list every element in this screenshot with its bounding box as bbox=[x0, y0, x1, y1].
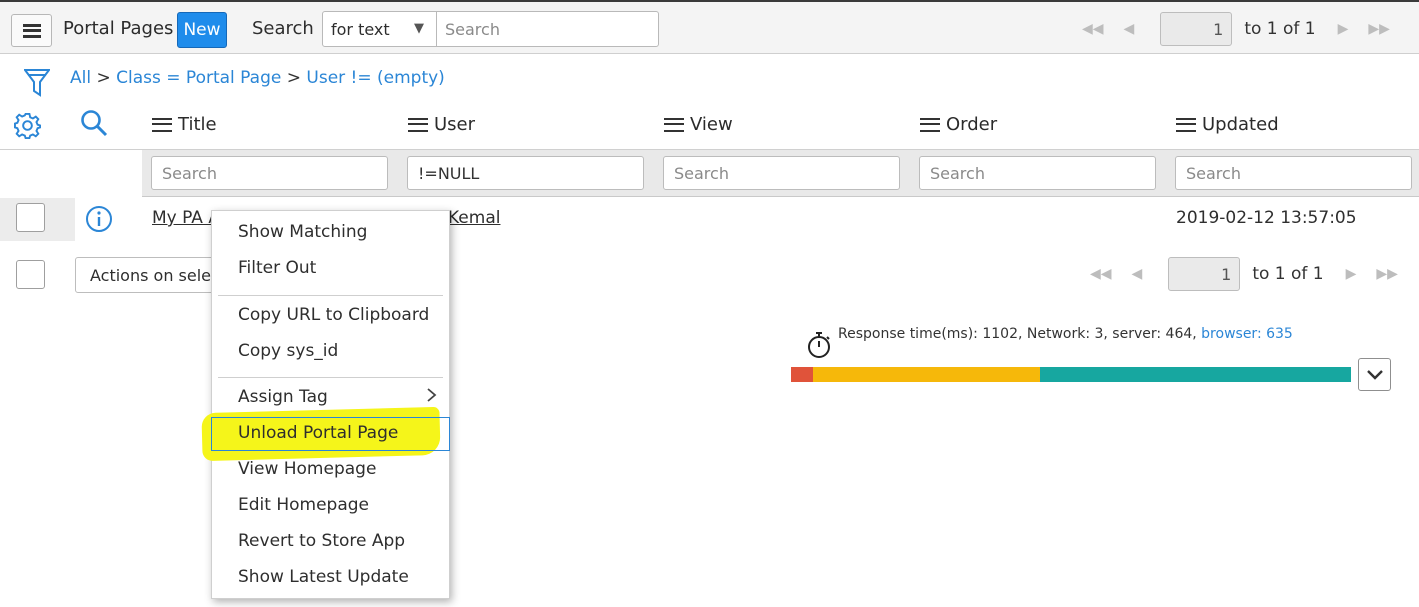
filter-view-input[interactable]: Search bbox=[663, 156, 900, 190]
chevron-right-icon bbox=[427, 388, 437, 402]
info-icon[interactable] bbox=[85, 205, 113, 233]
column-header-view[interactable]: View bbox=[664, 114, 733, 135]
menu-item-unload-portal-page[interactable]: Unload Portal Page bbox=[238, 423, 398, 443]
column-header-updated-label: Updated bbox=[1202, 114, 1279, 135]
breadcrumb: All > Class = Portal Page > User != (emp… bbox=[70, 68, 445, 88]
page-number-input[interactable]: 1 bbox=[1168, 257, 1241, 291]
column-header-order-label: Order bbox=[946, 114, 998, 135]
header-pager: ◀◀ ◀ 1 to 1 of 1 ▶ ▶▶ bbox=[1082, 12, 1410, 46]
breadcrumb-all[interactable]: All bbox=[70, 68, 91, 88]
menu-item-assign-tag[interactable]: Assign Tag bbox=[238, 387, 328, 407]
browser-time-bar bbox=[1040, 367, 1351, 382]
browser-time-link[interactable]: browser: 635 bbox=[1201, 326, 1293, 342]
menu-item-copy-sys-id[interactable]: Copy sys_id bbox=[238, 341, 338, 361]
column-menu-icon[interactable] bbox=[920, 117, 940, 132]
breadcrumb-separator: > bbox=[286, 68, 301, 88]
row-checkbox[interactable] bbox=[16, 203, 45, 232]
next-page-icon[interactable]: ▶ bbox=[1338, 21, 1349, 37]
row-user-link[interactable]: Kemal bbox=[448, 208, 500, 228]
page-summary: to 1 of 1 bbox=[1244, 19, 1316, 39]
row-updated: 2019-02-12 13:57:05 bbox=[1176, 208, 1357, 228]
last-page-icon[interactable]: ▶▶ bbox=[1376, 266, 1398, 282]
column-menu-icon[interactable] bbox=[152, 117, 172, 132]
prev-page-icon[interactable]: ◀ bbox=[1124, 21, 1135, 37]
filter-row-spacer bbox=[0, 150, 142, 197]
filter-title-input[interactable]: Search bbox=[151, 156, 388, 190]
page-summary: to 1 of 1 bbox=[1252, 264, 1324, 284]
chevron-down-icon bbox=[1366, 369, 1383, 380]
last-page-icon[interactable]: ▶▶ bbox=[1368, 21, 1390, 37]
search-input[interactable]: Search bbox=[436, 11, 659, 47]
select-all-checkbox[interactable] bbox=[16, 260, 45, 289]
hamburger-icon bbox=[22, 23, 41, 38]
row-title-link[interactable]: My PA A bbox=[152, 208, 220, 228]
search-label: Search bbox=[252, 18, 314, 39]
list-menu-button[interactable] bbox=[11, 14, 52, 47]
response-time-summary: Response time(ms): 1102, Network: 3, ser… bbox=[838, 326, 1202, 342]
filter-funnel-icon[interactable] bbox=[24, 68, 50, 98]
first-page-icon[interactable]: ◀◀ bbox=[1090, 266, 1112, 282]
context-menu: Show Matching Filter Out Copy URL to Cli… bbox=[201, 210, 450, 599]
column-header-view-label: View bbox=[690, 114, 733, 135]
expand-response-button[interactable] bbox=[1358, 358, 1391, 391]
column-filter-row: Search !=NULL Search Search Search bbox=[0, 149, 1419, 197]
menu-divider bbox=[218, 295, 443, 296]
gear-icon[interactable] bbox=[14, 112, 41, 139]
menu-item-edit-homepage[interactable]: Edit Homepage bbox=[238, 495, 369, 515]
filter-order-input[interactable]: Search bbox=[919, 156, 1156, 190]
column-header-order[interactable]: Order bbox=[920, 114, 997, 135]
column-header-updated[interactable]: Updated bbox=[1176, 114, 1279, 135]
list-header: Portal Pages New Search for text ▼ Searc… bbox=[0, 0, 1419, 54]
page-number-input[interactable]: 1 bbox=[1160, 12, 1233, 46]
list-title: Portal Pages bbox=[63, 18, 174, 39]
search-icon[interactable] bbox=[80, 109, 108, 137]
next-page-icon[interactable]: ▶ bbox=[1346, 266, 1357, 282]
breadcrumb-user[interactable]: User != (empty) bbox=[306, 68, 444, 88]
column-header-user-label: User bbox=[434, 114, 476, 135]
search-field-select-value: for text bbox=[331, 20, 390, 39]
column-header-title-label: Title bbox=[178, 114, 217, 135]
server-time-bar bbox=[813, 367, 1040, 382]
menu-item-filter-out[interactable]: Filter Out bbox=[238, 258, 316, 278]
prev-page-icon[interactable]: ◀ bbox=[1132, 266, 1143, 282]
network-time-bar bbox=[791, 367, 813, 382]
new-button[interactable]: New bbox=[177, 12, 227, 48]
menu-item-show-latest-update[interactable]: Show Latest Update bbox=[238, 567, 409, 587]
filter-user-input[interactable]: !=NULL bbox=[407, 156, 644, 190]
menu-item-revert-to-store-app[interactable]: Revert to Store App bbox=[238, 531, 405, 551]
column-header-title[interactable]: Title bbox=[152, 114, 217, 135]
response-time-text: Response time(ms): 1102, Network: 3, ser… bbox=[838, 326, 1293, 342]
footer-pager: ◀◀ ◀ 1 to 1 of 1 ▶ ▶▶ bbox=[1090, 257, 1418, 291]
menu-divider bbox=[218, 377, 443, 378]
first-page-icon[interactable]: ◀◀ bbox=[1082, 21, 1104, 37]
stopwatch-icon bbox=[808, 332, 830, 358]
filter-updated-input[interactable]: Search bbox=[1175, 156, 1412, 190]
menu-item-view-homepage[interactable]: View Homepage bbox=[238, 459, 376, 479]
dropdown-arrow-icon: ▼ bbox=[414, 21, 424, 36]
breadcrumb-class[interactable]: Class = Portal Page bbox=[116, 68, 281, 88]
actions-select[interactable]: Actions on selec bbox=[75, 257, 225, 293]
breadcrumb-separator: > bbox=[96, 68, 111, 88]
menu-item-show-matching[interactable]: Show Matching bbox=[238, 222, 367, 242]
column-header-user[interactable]: User bbox=[408, 114, 475, 135]
column-menu-icon[interactable] bbox=[408, 117, 428, 132]
column-menu-icon[interactable] bbox=[664, 117, 684, 132]
menu-item-copy-url[interactable]: Copy URL to Clipboard bbox=[238, 305, 429, 325]
column-menu-icon[interactable] bbox=[1176, 117, 1196, 132]
search-field-select[interactable]: for text ▼ bbox=[322, 11, 437, 47]
